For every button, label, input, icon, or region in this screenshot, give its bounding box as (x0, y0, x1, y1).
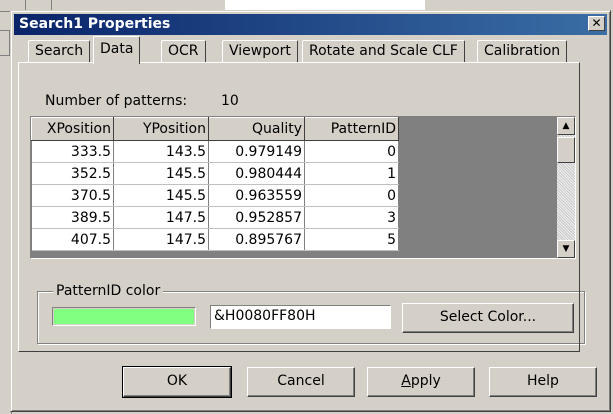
title-bar[interactable]: Search1 Properties ✕ (14, 14, 607, 35)
window-title: Search1 Properties (19, 16, 171, 32)
tab-data[interactable]: Data (93, 36, 141, 64)
tab-rotate-and-scale-clf[interactable]: Rotate and Scale CLF (302, 40, 465, 62)
apply-label-rest: pply (410, 373, 441, 389)
apply-button[interactable]: Apply (367, 367, 475, 397)
close-button[interactable]: ✕ (588, 16, 605, 31)
background-button (0, 30, 10, 56)
tab-label: Rotate and Scale CLF (309, 43, 458, 59)
tab-label: OCR (168, 43, 199, 59)
apply-mnemonic: A (401, 373, 411, 389)
close-icon: ✕ (591, 16, 602, 30)
help-button[interactable]: Help (489, 367, 597, 397)
tab-label: Data (100, 41, 134, 57)
tab-label: Calibration (484, 43, 561, 59)
tab-ocr[interactable]: OCR (161, 40, 206, 62)
cancel-button[interactable]: Cancel (247, 367, 355, 397)
tab-search[interactable]: Search (28, 40, 91, 62)
ok-button[interactable]: OK (122, 366, 232, 398)
data-tab-panel (18, 62, 580, 352)
tab-label: Search (35, 43, 84, 59)
tab-viewport[interactable]: Viewport (222, 40, 298, 62)
patternid-color-legend: PatternID color (53, 283, 164, 299)
tab-label: Viewport (229, 43, 291, 59)
tab-calibration[interactable]: Calibration (477, 40, 568, 62)
